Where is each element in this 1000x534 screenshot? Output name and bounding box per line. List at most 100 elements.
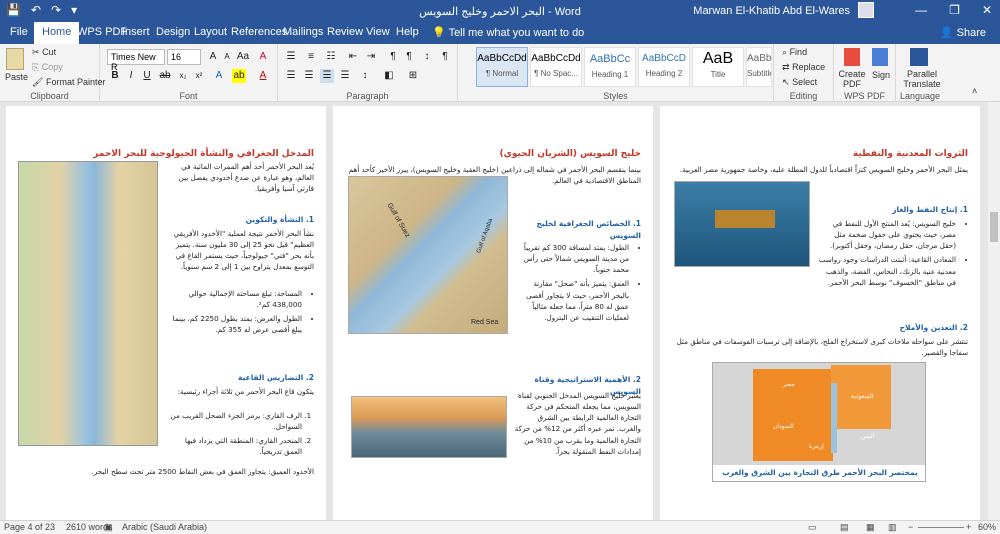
trade-routes-map-image: مصر السودان السعودية اليمن إريتريا بمختص… [712, 362, 926, 482]
font-name-select[interactable]: Times New R [107, 49, 165, 72]
decrease-indent-icon[interactable]: ⇤ [346, 50, 360, 64]
zoom-slider[interactable] [918, 527, 964, 528]
page-middle[interactable]: خليج السويس (الشريان الحيوي) بينما ينقسم… [333, 106, 653, 520]
font-color-icon[interactable]: A [256, 69, 270, 83]
zoom-level[interactable]: 60% [978, 522, 996, 532]
tab-review[interactable]: Review [327, 26, 363, 38]
web-layout-icon[interactable]: ▥ [888, 522, 897, 533]
pilcrow-icon[interactable]: ¶ [438, 50, 452, 64]
vertical-scrollbar[interactable] [988, 102, 1000, 520]
select-button[interactable]: ↖ Select [782, 77, 817, 88]
grow-font-icon[interactable]: A [206, 50, 220, 64]
bold-icon[interactable]: B [108, 69, 122, 83]
style-title[interactable]: AaB Title [692, 47, 744, 87]
align-right-icon[interactable]: ☰ [320, 69, 334, 83]
tab-design[interactable]: Design [156, 26, 190, 38]
change-case-icon[interactable]: Aa [236, 50, 250, 64]
style-heading-1[interactable]: AaBbCc Heading 1 [584, 47, 636, 87]
shrink-font-icon[interactable]: A [220, 50, 234, 64]
page-right[interactable]: الثروات المعدنية والنفطية يمثل البحر الأ… [660, 106, 980, 520]
align-center-icon[interactable]: ☰ [302, 69, 316, 83]
line-spacing-icon[interactable]: ↕ [358, 69, 372, 83]
numbering-icon[interactable]: ≡ [304, 50, 318, 64]
font-size-select[interactable]: 16 [167, 49, 201, 65]
underline-icon[interactable]: U [140, 69, 154, 83]
editing-label: Editing [789, 91, 818, 101]
sign-icon[interactable] [872, 48, 888, 66]
relief-list: الرف القاري: يرمز الجزء الضحل القريب من … [166, 410, 314, 461]
bullets-icon[interactable]: ☰ [284, 50, 298, 64]
style-heading-2[interactable]: AaBbCcD Heading 2 [638, 47, 690, 87]
tab-mailings[interactable]: Mailings [283, 26, 323, 38]
scroll-thumb[interactable] [990, 212, 998, 242]
focus-mode-icon[interactable]: ▭ [808, 522, 817, 533]
create-pdf-icon[interactable] [844, 48, 860, 66]
replace-button[interactable]: ⇄ Replace [782, 62, 825, 73]
proofing-icon[interactable]: ▣ [104, 522, 113, 533]
close-icon[interactable]: ✕ [982, 3, 992, 17]
superscript-icon[interactable]: x² [192, 69, 206, 83]
tab-wps-pdf[interactable]: WPS PDF [77, 26, 127, 38]
text-effects-icon[interactable]: A [212, 69, 226, 83]
paste-icon[interactable] [6, 48, 24, 70]
strikethrough-icon[interactable]: ab [158, 69, 172, 83]
minimize-icon[interactable]: — [915, 3, 927, 17]
paragraph-label: Paragraph [346, 91, 389, 101]
sign-button[interactable]: Sign [872, 70, 890, 80]
tab-home[interactable]: Home [34, 22, 80, 44]
list-item: العمق: يتميز بأنه "ضحل" مقارنة بالبحر ال… [515, 278, 629, 323]
format-painter-button[interactable]: 🖌 Format Painter [32, 77, 105, 88]
highlight-icon[interactable]: ab [232, 69, 246, 83]
style-normal[interactable]: AaBbCcDd ¶ Normal [476, 47, 528, 87]
borders-icon[interactable]: ⊞ [406, 69, 420, 83]
tab-references[interactable]: References [231, 26, 287, 38]
shading-icon[interactable]: ◧ [382, 69, 396, 83]
page-right-title: الثروات المعدنية والنفطية [852, 149, 968, 159]
find-button[interactable]: ⌕ Find [782, 47, 807, 58]
copy-button[interactable]: ⎘ Copy [32, 62, 63, 73]
read-mode-icon[interactable]: ▤ [840, 522, 849, 533]
zoom-in-icon[interactable]: + [966, 522, 971, 532]
map-label-yemen: اليمن [861, 434, 875, 440]
align-left-icon[interactable]: ☰ [284, 69, 298, 83]
heading-geo: 1. الخصائص الجغرافية لخليج السويس [536, 219, 641, 240]
multilevel-list-icon[interactable]: ☷ [324, 50, 338, 64]
share-button[interactable]: 👤 Share [940, 26, 986, 39]
tab-file[interactable]: File [10, 26, 28, 38]
sort-icon[interactable]: ↕ [420, 50, 434, 64]
tab-view[interactable]: View [366, 26, 390, 38]
increase-indent-icon[interactable]: ⇥ [364, 50, 378, 64]
avatar[interactable] [858, 2, 874, 18]
page-left[interactable]: المدخل الجغرافي والنشأة الجيولوجية للبحر… [6, 106, 326, 520]
translate-icon[interactable] [910, 48, 928, 66]
print-layout-icon[interactable]: ▦ [866, 522, 875, 533]
cut-button[interactable]: ✂ Cut [32, 47, 56, 58]
restore-icon[interactable]: ❐ [949, 3, 960, 17]
collapse-ribbon-icon[interactable]: ˄ [972, 86, 977, 96]
map-label-gulf-of-aqaba: Gulf of Aqaba [476, 217, 495, 255]
search-icon: ⌕ [782, 47, 788, 57]
offshore-oil-rig-image [674, 181, 810, 267]
user-name[interactable]: Marwan El-Khatib Abd El-Wares [693, 5, 850, 17]
justify-icon[interactable]: ☰ [338, 69, 352, 83]
map-label-saudi: السعودية [851, 394, 874, 400]
page-count[interactable]: Page 4 of 23 [4, 522, 55, 532]
status-bar: Page 4 of 23 2610 words ▣ Arabic (Saudi … [0, 520, 1000, 534]
tab-help[interactable]: Help [396, 26, 419, 38]
zoom-out-icon[interactable]: − [908, 522, 913, 532]
tab-layout[interactable]: Layout [194, 26, 227, 38]
clear-format-icon[interactable]: A [256, 50, 270, 64]
tab-insert[interactable]: Insert [122, 26, 150, 38]
style-no-spacing[interactable]: AaBbCcDd ¶ No Spac... [530, 47, 582, 87]
style-subtitle[interactable]: AaBbCcDSubtitle [746, 47, 772, 87]
create-pdf-button[interactable]: Create PDF [838, 69, 866, 90]
italic-icon[interactable]: I [124, 69, 138, 83]
document-canvas[interactable]: المدخل الجغرافي والنشأة الجيولوجية للبحر… [0, 102, 988, 520]
language-status[interactable]: Arabic (Saudi Arabia) [122, 522, 207, 532]
subscript-icon[interactable]: x₂ [176, 69, 190, 83]
rtl-icon[interactable]: ¶ [402, 50, 416, 64]
tell-me-box[interactable]: 💡 Tell me what you want to do [432, 26, 584, 39]
paste-button[interactable]: Paste [5, 72, 28, 82]
ltr-icon[interactable]: ¶ [386, 50, 400, 64]
parallel-translate-button[interactable]: Parallel Translate [902, 69, 942, 90]
